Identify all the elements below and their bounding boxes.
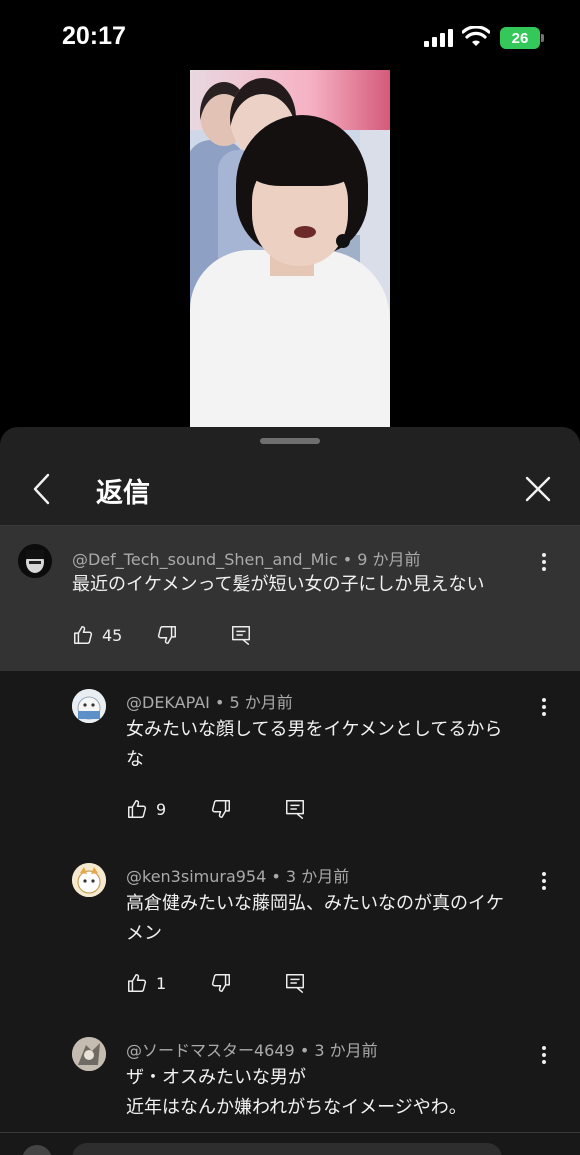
comment-meta: @Def_Tech_sound_Shen_and_Mic • 9 か月前 <box>72 546 421 570</box>
comment-actions: 45 <box>72 620 272 650</box>
replies-panel: 返信 @Def_Tech_sound_Shen_and_Mic • 9 か月前 … <box>0 427 580 1155</box>
thumbs-down-icon <box>211 800 230 818</box>
comment-text-line: な <box>126 749 144 770</box>
like-count: 9 <box>156 799 167 819</box>
comment-author[interactable]: @Def_Tech_sound_Shen_and_Mic <box>72 550 338 569</box>
close-button[interactable] <box>520 467 556 511</box>
like-button[interactable]: 45 <box>72 620 122 650</box>
comment-text: 最近のイケメンって髪が短い女の子にしか見えない <box>72 574 485 595</box>
comment-author[interactable]: @ソードマスター4649 <box>126 1041 295 1060</box>
comment-author[interactable]: @DEKAPAI <box>126 693 210 712</box>
meta-separator: • <box>299 1041 310 1060</box>
thumbs-up-icon <box>128 974 147 992</box>
comment-text-line: 高倉健みたいな藤岡弘、みたいなのが真のイケ <box>126 893 504 914</box>
avatar[interactable] <box>72 863 106 897</box>
comment-text: 女みたいな顔してる男をイケメンとしてるから な <box>126 715 502 775</box>
avatar-image <box>72 1037 106 1071</box>
dislike-button[interactable] <box>210 794 232 824</box>
avatar-image <box>18 544 52 578</box>
thumbs-down-icon <box>211 974 230 992</box>
reply-input-bar <box>0 1132 580 1155</box>
thumbs-up-icon <box>128 800 147 818</box>
panel-header: 返信 <box>0 457 580 525</box>
more-options-button[interactable] <box>534 1041 554 1069</box>
wifi-icon <box>462 26 490 46</box>
more-options-button[interactable] <box>534 548 554 576</box>
user-avatar <box>22 1145 52 1155</box>
reply-button[interactable] <box>284 794 306 824</box>
status-time: 20:17 <box>62 22 126 50</box>
battery-indicator: 26 <box>500 27 544 49</box>
parent-comment: @Def_Tech_sound_Shen_and_Mic • 9 か月前 最近の… <box>0 526 580 671</box>
avatar-image <box>72 863 106 897</box>
more-options-button[interactable] <box>534 693 554 721</box>
dislike-button[interactable] <box>210 968 232 998</box>
thumbs-down-icon <box>157 626 176 644</box>
meta-separator: • <box>214 693 225 712</box>
comment-age: 3 か月前 <box>285 867 350 886</box>
thumbs-up-icon <box>74 626 93 644</box>
reply-button[interactable] <box>284 968 306 998</box>
comment-meta: @ソードマスター4649 • 3 か月前 <box>126 1037 378 1061</box>
avatar[interactable] <box>18 544 52 578</box>
drag-handle[interactable] <box>260 438 320 444</box>
comment-meta: @ken3simura954 • 3 か月前 <box>126 863 349 887</box>
comment-actions: 9 <box>126 794 326 824</box>
like-button[interactable]: 1 <box>126 968 166 998</box>
panel-title: 返信 <box>96 478 150 509</box>
avatar[interactable] <box>72 689 106 723</box>
meta-separator: • <box>271 867 281 886</box>
avatar[interactable] <box>72 1037 106 1071</box>
avatar-image <box>72 689 106 723</box>
like-button[interactable]: 9 <box>126 794 166 824</box>
reply-icon <box>286 800 304 819</box>
more-options-button[interactable] <box>534 867 554 895</box>
like-count: 45 <box>102 625 123 645</box>
reply-input[interactable] <box>72 1143 502 1155</box>
status-bar: 20:17 26 <box>0 0 580 78</box>
comment-text: 高倉健みたいな藤岡弘、みたいなのが真のイケ メン <box>126 889 504 949</box>
dislike-button[interactable] <box>156 620 178 650</box>
comment-age: 5 か月前 <box>229 693 293 712</box>
comment-text-line: メン <box>126 923 162 944</box>
chevron-left-icon <box>33 473 50 505</box>
comment-text-line: ザ・オスみたいな男が <box>126 1067 306 1088</box>
comment-text: ザ・オスみたいな男が 近年はなんか嫌われがちなイメージやわ。 <box>126 1063 467 1123</box>
reply-icon <box>286 974 304 993</box>
back-button[interactable] <box>24 467 60 511</box>
comment-meta: @DEKAPAI • 5 か月前 <box>126 689 293 713</box>
video-player[interactable] <box>190 70 390 427</box>
comment-age: 9 か月前 <box>357 550 421 569</box>
battery-level: 26 <box>511 29 529 47</box>
meta-separator: • <box>342 550 353 569</box>
cellular-signal-icon <box>424 29 454 47</box>
comment-actions: 1 <box>126 968 326 998</box>
comment-author[interactable]: @ken3simura954 <box>126 867 266 886</box>
comment-text-line: 近年はなんか嫌われがちなイメージやわ。 <box>126 1097 467 1118</box>
reply-list: @DEKAPAI • 5 か月前 女みたいな顔してる男をイケメンとしてるから な… <box>0 671 580 1155</box>
like-count: 1 <box>156 973 167 993</box>
reply-button[interactable] <box>230 620 252 650</box>
reply-icon <box>232 626 250 645</box>
comment-text-line: 女みたいな顔してる男をイケメンとしてるから <box>126 719 503 740</box>
close-icon <box>525 476 551 502</box>
reply-comment: @DEKAPAI • 5 か月前 女みたいな顔してる男をイケメンとしてるから な… <box>0 671 580 846</box>
reply-comment: @ken3simura954 • 3 か月前 高倉健みたいな藤岡弘、みたいなのが… <box>0 845 580 1020</box>
comment-age: 3 か月前 <box>314 1041 378 1060</box>
